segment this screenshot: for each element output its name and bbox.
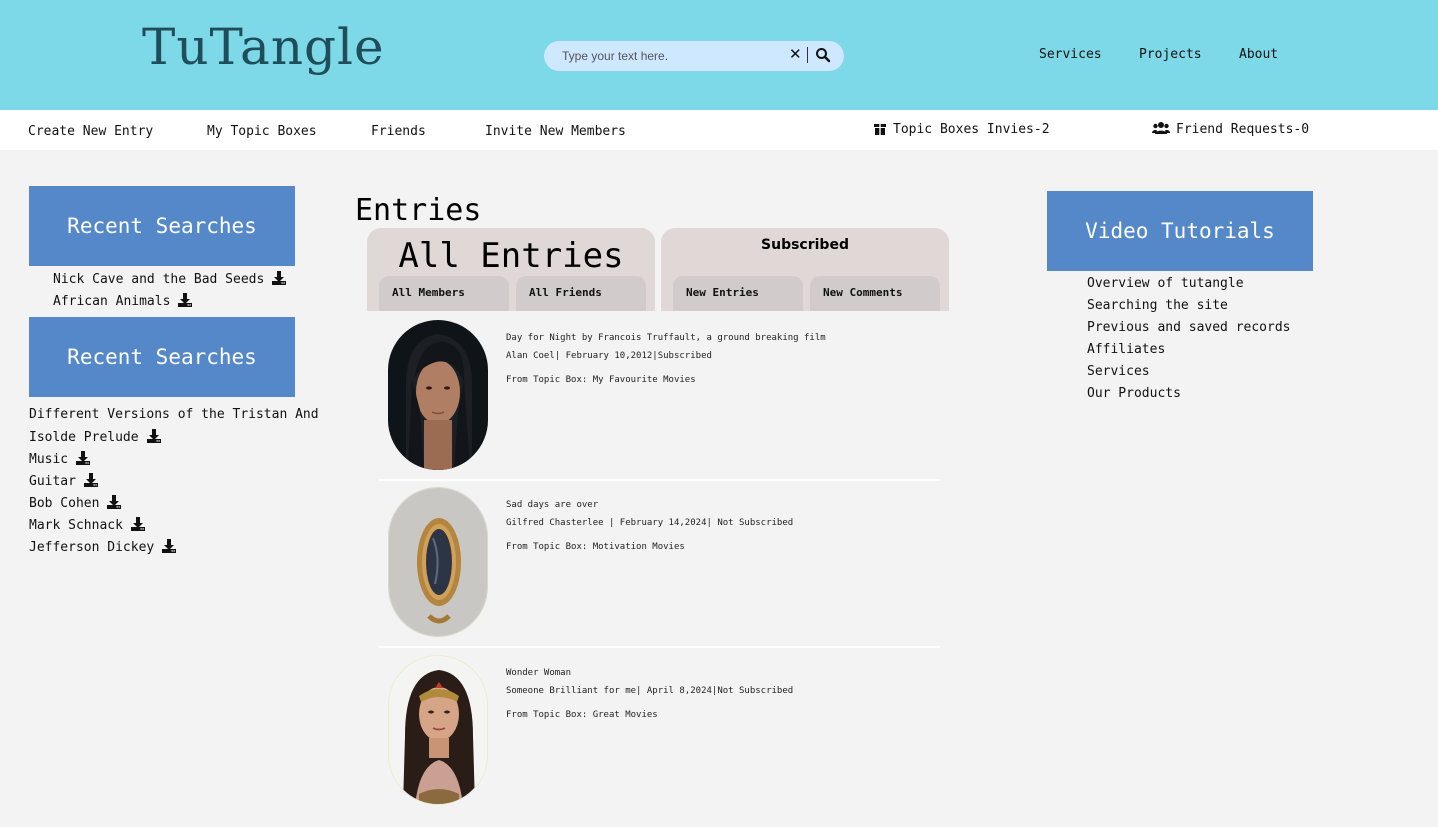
invite-new-members-link[interactable]: Invite New Members [485, 124, 626, 139]
download-icon[interactable] [107, 495, 122, 509]
download-icon[interactable] [178, 293, 193, 307]
my-topic-boxes-link[interactable]: My Topic Boxes [207, 124, 317, 139]
tab-all-members[interactable]: All Members [379, 276, 509, 311]
all-entries-panel: All Entries All Members All Friends [367, 228, 655, 311]
friend-requests-link[interactable]: Friend Requests-0 [1152, 121, 1309, 137]
clear-icon[interactable]: ✕ [789, 45, 802, 63]
recent-search-item[interactable]: Different Versions of the Tristan And [29, 407, 319, 422]
tutorial-link[interactable]: Overview of tutangle [1087, 276, 1244, 291]
recent-search-item[interactable]: Jefferson Dickey [29, 539, 177, 555]
portrait-image [389, 656, 487, 804]
header: TuTangle ✕ Services Projects About [0, 0, 1438, 110]
subscribed-title[interactable]: Subscribed [661, 237, 949, 253]
entry-meta: Alan Coel| February 10,2012|Subscribed [506, 351, 712, 361]
tutorial-link[interactable]: Services [1087, 364, 1150, 379]
tab-new-entries[interactable]: New Entries [673, 276, 803, 311]
users-icon [1152, 122, 1170, 134]
entry-thumbnail[interactable] [388, 487, 488, 637]
recent-searches-title-1: Recent Searches [67, 214, 257, 238]
recent-searches-box-1: Recent Searches [29, 186, 295, 266]
entries-heading: Entries [355, 193, 482, 228]
nav-projects[interactable]: Projects [1139, 47, 1202, 62]
topic-box-invites-link[interactable]: Topic Boxes Invies-2 [873, 121, 1050, 137]
recent-searches-title-2: Recent Searches [67, 345, 257, 369]
download-icon[interactable] [83, 473, 98, 487]
entry-topic-box: From Topic Box: My Favourite Movies [506, 375, 696, 385]
search-icon[interactable] [815, 47, 831, 63]
friends-link[interactable]: Friends [371, 124, 426, 139]
ring-image [389, 488, 487, 636]
recent-search-item[interactable]: Mark Schnack [29, 517, 145, 533]
download-icon[interactable] [146, 429, 161, 443]
tutorial-link[interactable]: Affiliates [1087, 342, 1165, 357]
download-icon[interactable] [162, 539, 177, 553]
nav-services[interactable]: Services [1039, 47, 1102, 62]
gift-box-icon [874, 124, 886, 135]
recent-search-item[interactable]: Guitar [29, 473, 98, 489]
entry-title[interactable]: Wonder Woman [506, 668, 571, 678]
friend-requests-label: Friend Requests-0 [1176, 122, 1310, 137]
tab-new-comments[interactable]: New Comments [810, 276, 940, 311]
entry-row[interactable]: Day for Night by Francois Truffault, a g… [379, 318, 940, 478]
download-icon[interactable] [130, 517, 145, 531]
entry-title[interactable]: Day for Night by Francois Truffault, a g… [506, 333, 826, 343]
sub-navigation: Create New Entry My Topic Boxes Friends … [0, 110, 1438, 150]
entry-meta: Someone Brilliant for me| April 8,2024|N… [506, 686, 794, 696]
download-icon[interactable] [272, 271, 287, 285]
recent-search-item[interactable]: Nick Cave and the Bad Seeds [53, 271, 287, 287]
entry-thumbnail[interactable] [388, 320, 488, 470]
entry-divider [379, 479, 940, 481]
tutorial-link[interactable]: Our Products [1087, 386, 1181, 401]
recent-searches-box-2: Recent Searches [29, 317, 295, 397]
recent-search-item[interactable]: African Animals [53, 293, 193, 309]
video-tutorials-title: Video Tutorials [1085, 219, 1275, 243]
entry-thumbnail[interactable] [388, 655, 488, 805]
recent-search-item[interactable]: Isolde Prelude [29, 429, 161, 445]
search-separator [807, 47, 808, 63]
topic-box-invites-label: Topic Boxes Invies-2 [893, 122, 1050, 137]
entry-topic-box: From Topic Box: Great Movies [506, 710, 658, 720]
search-input[interactable] [562, 47, 782, 65]
recent-search-item[interactable]: Music [29, 451, 91, 467]
video-tutorials-box: Video Tutorials [1047, 191, 1313, 271]
recent-search-item[interactable]: Bob Cohen [29, 495, 122, 511]
nav-about[interactable]: About [1239, 47, 1278, 62]
tutorial-link[interactable]: Searching the site [1087, 298, 1228, 313]
logo[interactable]: TuTangle [142, 18, 385, 76]
all-entries-title[interactable]: All Entries [367, 236, 655, 276]
tutorial-link[interactable]: Previous and saved records [1087, 320, 1291, 335]
entry-row[interactable]: Wonder Woman Someone Brilliant for me| A… [379, 653, 940, 813]
portrait-image [388, 320, 488, 470]
search-bar: ✕ [544, 41, 844, 71]
entry-meta: Gilfred Chasterlee | February 14,2024| N… [506, 518, 794, 528]
entry-divider [379, 646, 940, 648]
subscribed-panel: Subscribed New Entries New Comments [661, 228, 949, 311]
entry-title[interactable]: Sad days are over [506, 500, 598, 510]
entry-topic-box: From Topic Box: Motivation Movies [506, 542, 685, 552]
create-new-entry-link[interactable]: Create New Entry [28, 124, 153, 139]
entry-row[interactable]: Sad days are over Gilfred Chasterlee | F… [379, 485, 940, 645]
tab-all-friends[interactable]: All Friends [516, 276, 646, 311]
download-icon[interactable] [76, 451, 91, 465]
